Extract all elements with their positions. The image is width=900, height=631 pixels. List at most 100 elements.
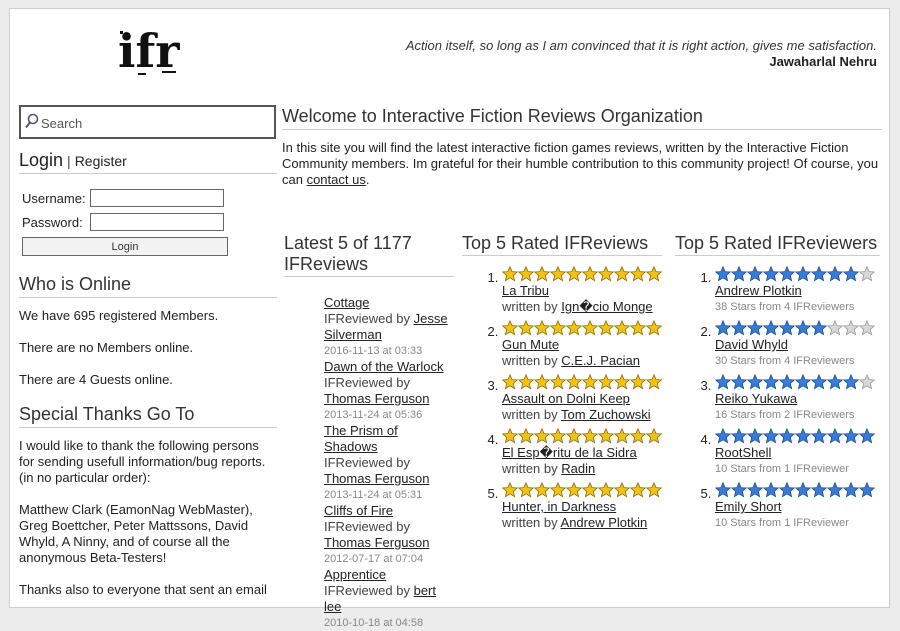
reviewer-link[interactable]: Thomas Ferguson — [324, 391, 430, 406]
written-by-label: written by — [502, 515, 561, 530]
register-link[interactable]: Register — [75, 153, 127, 169]
reviewer-link[interactable]: RootShell — [715, 445, 771, 460]
top-reviewers-list: Andrew Plotkin 38 Stars from 4 IFReviewer… — [675, 266, 880, 531]
latest-reviews-list: Cottage IFReviewed by Jesse Silverman 2016… — [324, 295, 454, 631]
star-filled-icon — [843, 482, 859, 498]
star-filled-icon — [859, 428, 875, 444]
star-filled-icon — [630, 428, 646, 444]
author-link[interactable]: Tom Zuchowski — [561, 407, 651, 422]
star-filled-icon — [518, 482, 534, 498]
game-link[interactable]: Apprentice — [324, 567, 386, 582]
reviewer-link[interactable]: Andrew Plotkin — [715, 283, 802, 298]
star-filled-icon — [731, 428, 747, 444]
star-filled-icon — [502, 320, 518, 336]
star-filled-icon — [502, 266, 518, 282]
thanks-paragraph-1: I would like to thank the following pers… — [19, 438, 266, 485]
thanks-title: Special Thanks Go To — [19, 404, 277, 428]
thanks-paragraph-2: Matthew Clark (EamonNag WebMaster), Greg… — [19, 502, 253, 565]
game-link[interactable]: Dawn of the Warlock — [324, 359, 443, 374]
star-filled-icon — [859, 482, 875, 498]
star-filled-icon — [518, 374, 534, 390]
latest-review-item: Cliffs of Fire IFReviewed by Thomas Fergu… — [324, 503, 454, 567]
quote-author: Jawaharlal Nehru — [769, 54, 877, 69]
star-filled-icon — [715, 374, 731, 390]
reviewed-by-label: IFReviewed by — [324, 311, 414, 326]
written-by: written by Tom Zuchowski — [502, 407, 662, 423]
star-rating — [502, 482, 662, 499]
top-reviewer-item: David Whyld 30 Stars from 4 IFReviewers — [715, 320, 880, 369]
star-filled-icon — [795, 374, 811, 390]
written-by: written by Ign�cio Monge — [502, 299, 662, 315]
star-filled-icon — [795, 428, 811, 444]
reviewer-stats: 10 Stars from 1 IFReviewer — [715, 517, 849, 529]
password-field[interactable] — [90, 213, 224, 231]
star-filled-icon — [715, 266, 731, 282]
top-reviewers-section: Top 5 Rated IFReviewers Andrew Plotkin 38… — [675, 233, 880, 536]
welcome-text: In this site you will find the latest in… — [282, 140, 880, 188]
reviewer-stats: 16 Stars from 2 IFReviewers — [715, 409, 855, 421]
game-link[interactable]: Cottage — [324, 295, 370, 310]
members-online: There are no Members online. — [19, 340, 194, 355]
star-filled-icon — [795, 266, 811, 282]
author-link[interactable]: Radin — [561, 461, 595, 476]
latest-review-item: Apprentice IFReviewed by bert lee 2010-10-… — [324, 567, 454, 631]
game-link[interactable]: El Esp�ritu de la Sidra — [502, 445, 637, 460]
game-link[interactable]: Assault on Dolni Keep — [502, 391, 630, 406]
top-reviews-list: La Tribuwritten by Ign�cio MongeGun Mute… — [462, 266, 662, 531]
reviewer-link[interactable]: David Whyld — [715, 337, 788, 352]
top-review-item: Assault on Dolni Keepwritten by Tom Zuch… — [502, 374, 662, 423]
login-form: Username: Password: Login — [19, 186, 277, 256]
star-filled-icon — [502, 482, 518, 498]
login-button[interactable]: Login — [22, 237, 228, 256]
search-input[interactable] — [39, 112, 273, 134]
username-field[interactable] — [90, 189, 224, 207]
star-filled-icon — [811, 482, 827, 498]
star-filled-icon — [763, 428, 779, 444]
author-link[interactable]: C.E.J. Pacian — [561, 353, 640, 368]
review-date: 2013-11-24 at 05:31 — [324, 489, 423, 501]
reviewed-by-label: IFReviewed by — [324, 519, 410, 534]
login-header: Login | Register — [19, 150, 277, 174]
star-rating — [715, 320, 880, 337]
star-filled-icon — [731, 374, 747, 390]
star-filled-icon — [550, 374, 566, 390]
intro-end: . — [365, 172, 370, 187]
star-filled-icon — [827, 482, 843, 498]
game-link[interactable]: Hunter, in Darkness — [502, 499, 616, 514]
game-link[interactable]: La Tribu — [502, 283, 549, 298]
review-date: 2012-07-17 at 07:04 — [324, 553, 424, 565]
star-filled-icon — [582, 428, 598, 444]
star-empty-icon — [843, 320, 859, 336]
search-box[interactable] — [19, 105, 276, 139]
reviewer-link[interactable]: Emily Short — [715, 499, 781, 514]
author-link[interactable]: Andrew Plotkin — [561, 515, 648, 530]
game-link[interactable]: Gun Mute — [502, 337, 559, 352]
review-date: 2010-10-18 at 04:58 — [324, 617, 424, 629]
site-logo[interactable]: ifr — [118, 23, 182, 81]
star-filled-icon — [763, 374, 779, 390]
author-link[interactable]: Ign�cio Monge — [561, 299, 652, 314]
reviewer-link[interactable]: Thomas Ferguson — [324, 471, 430, 486]
reviewer-link[interactable]: Reiko Yukawa — [715, 391, 797, 406]
star-rating — [502, 266, 662, 283]
reviewed-by-label: IFReviewed by — [324, 455, 410, 470]
star-filled-icon — [598, 428, 614, 444]
star-filled-icon — [550, 320, 566, 336]
top-reviewer-item: Andrew Plotkin 38 Stars from 4 IFReviewer… — [715, 266, 880, 315]
star-filled-icon — [747, 320, 763, 336]
reviewed-by: IFReviewed by Thomas Ferguson — [324, 375, 454, 407]
star-rating — [715, 482, 880, 499]
top-reviewer-item: Emily Short 10 Stars from 1 IFReviewer — [715, 482, 880, 531]
star-filled-icon — [779, 266, 795, 282]
top-reviews-title: Top 5 Rated IFReviews — [462, 233, 662, 256]
reviewer-link[interactable]: Thomas Ferguson — [324, 535, 430, 550]
written-by: written by Radin — [502, 461, 662, 477]
game-link[interactable]: Cliffs of Fire — [324, 503, 393, 518]
top-review-item: Gun Mutewritten by C.E.J. Pacian — [502, 320, 662, 369]
login-title: Login — [19, 150, 64, 170]
game-link[interactable]: The Prism of Shadows — [324, 423, 398, 454]
contact-link[interactable]: contact us — [307, 172, 366, 187]
reviewer-stats: 38 Stars from 4 IFReviewers — [715, 301, 855, 313]
written-by-label: written by — [502, 299, 562, 314]
latest-review-item: Dawn of the Warlock IFReviewed by Thomas … — [324, 359, 454, 423]
